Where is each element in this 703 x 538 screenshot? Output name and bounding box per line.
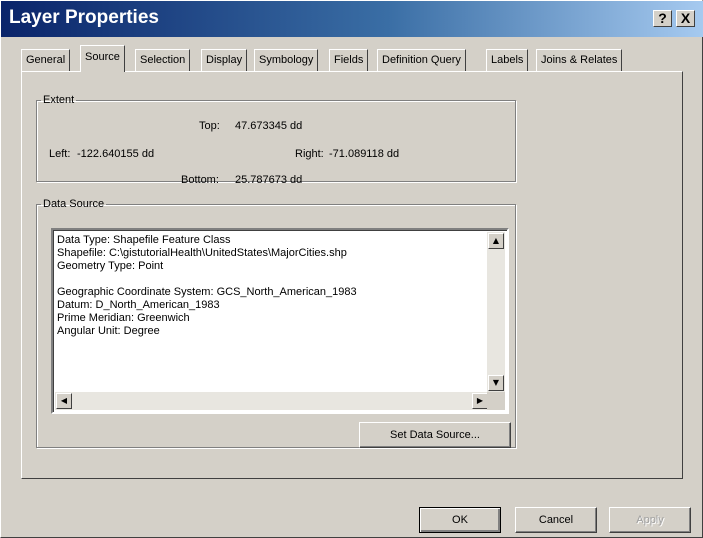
tab-definition-query[interactable]: Definition Query [377, 49, 466, 71]
scroll-left-arrow-icon[interactable]: ◀ [56, 393, 72, 409]
scroll-down-arrow-icon[interactable]: ▼ [488, 375, 504, 391]
scrollbar-corner [487, 392, 505, 410]
top-label: Top: [199, 120, 220, 132]
close-button[interactable]: X [676, 10, 695, 27]
top-value: 47.673345 dd [235, 120, 303, 132]
angular-unit-line: Angular Unit: Degree [57, 325, 160, 337]
window-title: Layer Properties [9, 7, 159, 28]
geometry-type-line: Geometry Type: Point [57, 260, 164, 272]
gcs-line: Geographic Coordinate System: GCS_North_… [57, 286, 357, 298]
right-label: Right: [295, 148, 324, 160]
data-source-text: Data Type: Shapefile Feature Class Shape… [57, 234, 357, 338]
shapefile-line: Shapefile: C:\gistutorialHealth\UnitedSt… [57, 247, 347, 259]
data-source-legend: Data Source [43, 198, 105, 210]
data-source-group: Data Source Data Type: Shapefile Feature… [36, 198, 516, 448]
help-button[interactable]: ? [653, 10, 672, 27]
set-data-source-button[interactable]: Set Data Source... [359, 422, 511, 448]
source-tab-panel: Extent Top: 47.673345 dd Left: -122.6401… [21, 71, 683, 479]
datum-line: Datum: D_North_American_1983 [57, 299, 220, 311]
left-label: Left: [49, 148, 71, 160]
cancel-button[interactable]: Cancel [515, 507, 597, 533]
tab-symbology[interactable]: Symbology [254, 49, 319, 71]
tab-joins-relates[interactable]: Joins & Relates [536, 49, 623, 71]
scroll-right-arrow-icon[interactable]: ▶ [472, 393, 488, 409]
bottom-label: Bottom: [181, 174, 219, 186]
tab-labels[interactable]: Labels [486, 49, 529, 71]
tab-selection[interactable]: Selection [135, 49, 191, 71]
tab-display[interactable]: Display [201, 49, 248, 71]
data-source-textbox[interactable]: Data Type: Shapefile Feature Class Shape… [51, 228, 509, 414]
horizontal-scrollbar[interactable]: ◀ ▶ [55, 392, 489, 410]
ok-button[interactable]: OK [419, 507, 501, 533]
title-bar: Layer Properties ? X [1, 1, 703, 37]
scroll-up-arrow-icon[interactable]: ▲ [488, 233, 504, 249]
bottom-value: 25.787673 dd [235, 174, 303, 186]
layer-properties-dialog: Layer Properties ? X General Source Sele… [0, 0, 703, 538]
extent-group: Extent Top: 47.673345 dd Left: -122.6401… [36, 94, 516, 186]
data-type-line: Data Type: Shapefile Feature Class [57, 234, 231, 246]
left-value: -122.640155 dd [77, 148, 155, 160]
extent-legend: Extent [43, 94, 75, 106]
right-value: -71.089118 dd [329, 148, 400, 160]
tab-fields[interactable]: Fields [329, 49, 369, 71]
apply-button[interactable]: Apply [609, 507, 691, 533]
tab-general[interactable]: General [21, 49, 71, 71]
vertical-scrollbar[interactable]: ▲ ▼ [487, 232, 505, 392]
tab-source[interactable]: Source [80, 45, 125, 72]
prime-meridian-line: Prime Meridian: Greenwich [57, 312, 190, 324]
